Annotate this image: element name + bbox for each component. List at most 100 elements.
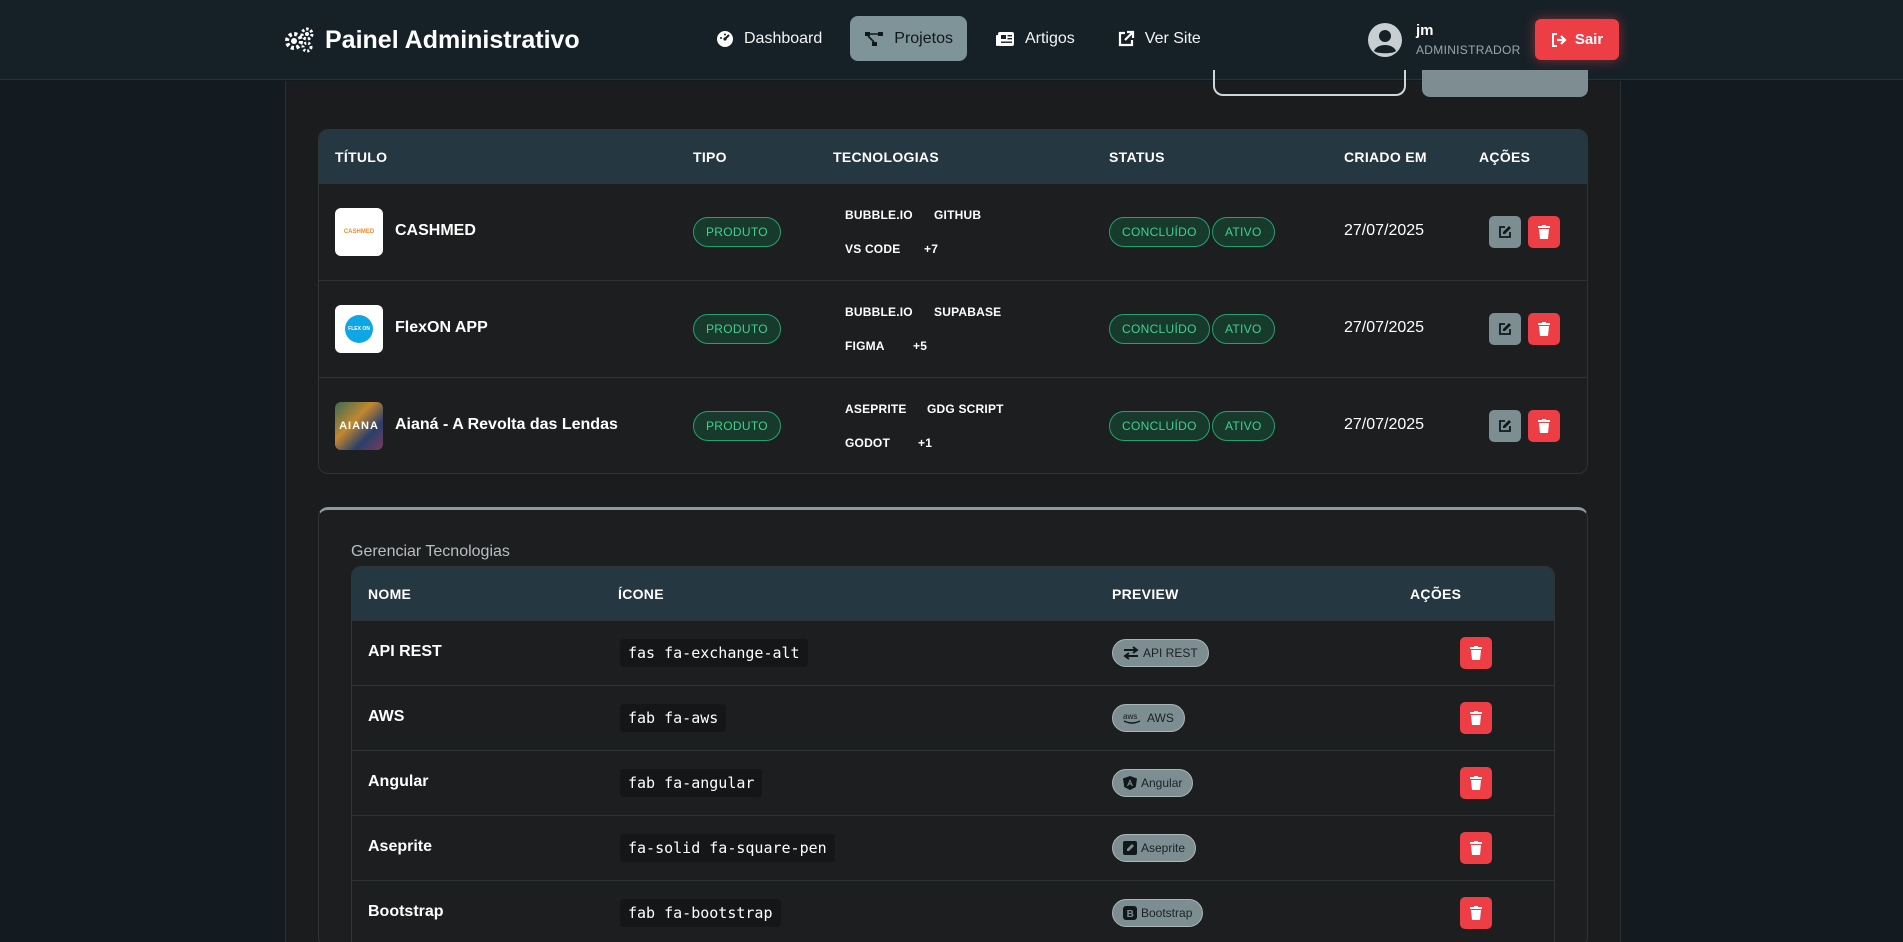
logout-button[interactable]: Sair bbox=[1535, 19, 1619, 60]
table-row: AWS fab fa-aws aws AWS bbox=[352, 685, 1554, 750]
user-menu[interactable]: jm ADMINISTRADOR bbox=[1368, 22, 1521, 57]
tech-tag: BUBBLE.IO bbox=[845, 305, 913, 319]
trash-icon bbox=[1538, 225, 1550, 239]
avatar bbox=[1368, 22, 1402, 57]
col-icone[interactable]: ÍCONE bbox=[618, 586, 664, 602]
tech-tag: GITHUB bbox=[934, 208, 982, 222]
tech-tag: ASEPRITE bbox=[845, 402, 907, 416]
tech-more-count: +7 bbox=[924, 242, 939, 256]
thumb-text: AIANA bbox=[339, 420, 379, 432]
page-title: Painel Administrativo bbox=[325, 25, 580, 54]
col-status[interactable]: STATUS bbox=[1109, 149, 1165, 165]
icon-class-code: fab fa-angular bbox=[620, 769, 763, 797]
preview-label: AWS bbox=[1147, 711, 1174, 725]
technologies-panel: Gerenciar Tecnologias NOME ÍCONE PREVIEW… bbox=[318, 507, 1588, 942]
edit-button[interactable] bbox=[1489, 216, 1521, 248]
tech-name: Bootstrap bbox=[368, 903, 444, 920]
technologies-table-header: NOME ÍCONE PREVIEW AÇÕES bbox=[352, 567, 1554, 620]
table-row: FLEX ON FlexON APP PRODUTO BUBBLE.IO SUP… bbox=[319, 280, 1587, 377]
project-diagram-icon bbox=[865, 31, 884, 46]
user-name: jm bbox=[1416, 22, 1434, 39]
type-badge: PRODUTO bbox=[693, 217, 781, 247]
trash-icon bbox=[1538, 419, 1550, 433]
col-nome[interactable]: NOME bbox=[368, 586, 411, 602]
icon-class-code: fas fa-exchange-alt bbox=[620, 639, 808, 667]
tech-tag: BUBBLE.IO bbox=[845, 208, 913, 222]
aws-icon: aws bbox=[1123, 712, 1141, 724]
nav-dashboard[interactable]: Dashboard bbox=[702, 16, 836, 61]
edit-button[interactable] bbox=[1489, 313, 1521, 345]
brand[interactable]: Painel Administrativo bbox=[283, 22, 580, 58]
tech-preview-badge: API REST bbox=[1112, 639, 1209, 667]
tech-tag: FIGMA bbox=[845, 339, 885, 353]
tech-preview-badge: Angular bbox=[1112, 769, 1194, 797]
tech-tag: GDG SCRIPT bbox=[927, 402, 1004, 416]
main-nav: Dashboard Projetos Artigos Ver Site bbox=[702, 16, 1215, 61]
table-row: AIANA Aianá - A Revolta das Lendas PRODU… bbox=[319, 377, 1587, 473]
project-title: Aianá - A Revolta das Lendas bbox=[395, 416, 618, 433]
table-row: Angular fab fa-angular Angular bbox=[352, 750, 1554, 815]
col-criado-em[interactable]: CRIADO EM bbox=[1344, 149, 1427, 165]
edit-button[interactable] bbox=[1489, 410, 1521, 442]
created-date: 27/07/2025 bbox=[1344, 222, 1425, 239]
created-date: 27/07/2025 bbox=[1344, 416, 1425, 433]
nav-projetos[interactable]: Projetos bbox=[850, 16, 967, 61]
tech-tag: GODOT bbox=[845, 436, 890, 450]
edit-icon bbox=[1499, 420, 1511, 432]
nav-artigos[interactable]: Artigos bbox=[981, 16, 1089, 61]
thumb-text: CASHMED bbox=[343, 229, 375, 235]
delete-button[interactable] bbox=[1528, 313, 1560, 345]
col-acoes: AÇÕES bbox=[1410, 585, 1462, 602]
col-tipo[interactable]: TIPO bbox=[693, 149, 727, 165]
preview-label: Aseprite bbox=[1141, 841, 1186, 855]
top-navbar: Painel Administrativo Dashboard Projetos… bbox=[0, 0, 1903, 80]
table-row: CASHMED CASHMED PRODUTO BUBBLE.IO GITHUB… bbox=[319, 183, 1587, 280]
project-thumbnail: CASHMED bbox=[335, 208, 383, 256]
col-tecnologias[interactable]: TECNOLOGIAS bbox=[833, 149, 939, 165]
tech-tag: VS CODE bbox=[845, 242, 901, 256]
secondary-button[interactable] bbox=[1422, 70, 1588, 97]
nav-dashboard-label: Dashboard bbox=[744, 29, 823, 47]
col-preview: PREVIEW bbox=[1112, 585, 1179, 602]
tech-more-count: +5 bbox=[913, 339, 928, 353]
gauge-icon bbox=[717, 30, 733, 47]
status-badge: CONCLUÍDO bbox=[1109, 314, 1210, 344]
status-badge: ATIVO bbox=[1212, 411, 1275, 441]
nav-ver-site[interactable]: Ver Site bbox=[1103, 16, 1215, 61]
col-titulo[interactable]: TÍTULO bbox=[335, 149, 387, 165]
cogs-icon bbox=[285, 27, 314, 53]
trash-icon bbox=[1470, 646, 1482, 660]
outline-button[interactable] bbox=[1213, 70, 1406, 96]
tech-tag: SUPABASE bbox=[934, 305, 1002, 319]
project-thumbnail: FLEX ON bbox=[335, 305, 383, 353]
delete-button[interactable] bbox=[1460, 637, 1492, 669]
icon-class-code: fa-solid fa-square-pen bbox=[620, 834, 835, 862]
nav-projetos-label: Projetos bbox=[894, 29, 953, 47]
projects-table-header: TÍTULO TIPO TECNOLOGIAS STATUS CRIADO EM… bbox=[319, 130, 1587, 183]
svg-text:B: B bbox=[1127, 909, 1134, 920]
nav-artigos-label: Artigos bbox=[1024, 29, 1075, 47]
delete-button[interactable] bbox=[1460, 702, 1492, 734]
table-row: Bootstrap fab fa-bootstrap B Bootstrap bbox=[352, 880, 1554, 942]
tech-preview-badge: B Bootstrap bbox=[1112, 899, 1204, 927]
delete-button[interactable] bbox=[1460, 832, 1492, 864]
external-link-icon bbox=[1118, 30, 1134, 46]
type-badge: PRODUTO bbox=[693, 314, 781, 344]
trash-icon bbox=[1470, 711, 1482, 725]
delete-button[interactable] bbox=[1460, 767, 1492, 799]
delete-button[interactable] bbox=[1528, 216, 1560, 248]
status-badge: CONCLUÍDO bbox=[1109, 217, 1210, 247]
created-date: 27/07/2025 bbox=[1344, 319, 1425, 336]
edit-icon bbox=[1499, 226, 1511, 238]
icon-class-code: fab fa-aws bbox=[620, 704, 727, 732]
delete-button[interactable] bbox=[1460, 897, 1492, 929]
technologies-table: NOME ÍCONE PREVIEW AÇÕES API REST fas fa… bbox=[351, 566, 1555, 942]
edit-icon bbox=[1499, 323, 1511, 335]
square-pen-icon bbox=[1123, 841, 1137, 855]
thumb-text: FLEX ON bbox=[348, 326, 370, 332]
sign-out-icon bbox=[1551, 32, 1567, 47]
delete-button[interactable] bbox=[1528, 410, 1560, 442]
preview-label: Angular bbox=[1141, 776, 1183, 790]
status-badge: ATIVO bbox=[1212, 217, 1275, 247]
panel-title: Gerenciar Tecnologias bbox=[351, 543, 510, 560]
